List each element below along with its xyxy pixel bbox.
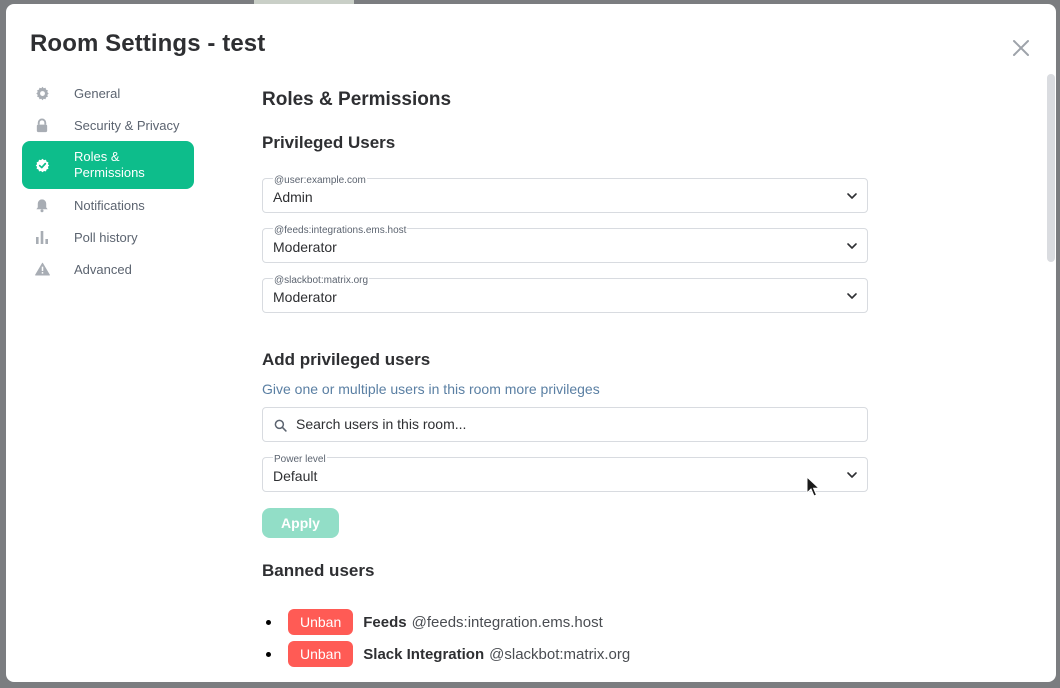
field-value: Moderator <box>273 289 337 305</box>
unban-button[interactable]: Unban <box>288 641 354 667</box>
sidebar-item-security[interactable]: Security & Privacy <box>22 109 194 141</box>
scrollbar[interactable] <box>1047 74 1055 262</box>
field-label: @user:example.com <box>273 175 367 186</box>
gear-icon <box>34 85 50 101</box>
banned-users-heading: Banned users <box>262 561 375 580</box>
close-button[interactable] <box>1009 36 1033 60</box>
search-icon <box>274 419 287 432</box>
privileged-user-select[interactable]: @feeds:integrations.ems.host Moderator <box>262 225 868 263</box>
sidebar-item-roles-permissions[interactable]: Roles & Permissions <box>22 141 194 189</box>
sidebar-item-label: Advanced <box>74 261 132 277</box>
bar-chart-icon <box>34 229 50 245</box>
sidebar-item-label: Roles & Permissions <box>74 149 145 180</box>
mouse-cursor-icon <box>806 476 820 497</box>
banned-users-list: Unban Feeds @feeds:integration.ems.host … <box>265 606 631 670</box>
field-value: Default <box>273 468 318 484</box>
apply-button[interactable]: Apply <box>262 508 339 538</box>
privileged-user-select[interactable]: @slackbot:matrix.org Moderator <box>262 275 868 313</box>
sidebar-item-label: General <box>74 85 121 101</box>
dialog-title: Room Settings - test <box>30 30 266 57</box>
list-item: Unban Slack Integration @slackbot:matrix… <box>265 638 631 670</box>
warning-icon <box>34 261 50 277</box>
sidebar-item-label: Security & Privacy <box>74 117 180 133</box>
power-level-select[interactable]: Power level Default <box>262 454 868 492</box>
field-value: Moderator <box>273 239 337 255</box>
chevron-down-icon <box>847 243 857 249</box>
sidebar-item-label: Poll history <box>74 229 138 245</box>
field-label: @feeds:integrations.ems.host <box>273 225 408 236</box>
field-value: Admin <box>273 189 313 205</box>
shield-check-icon <box>34 157 50 173</box>
chevron-down-icon <box>847 472 857 478</box>
add-privileged-users-heading: Add privileged users <box>262 350 431 369</box>
list-item: Unban Feeds @feeds:integration.ems.host <box>265 606 630 638</box>
sidebar-item-general[interactable]: General <box>22 77 194 109</box>
close-icon <box>1013 40 1029 56</box>
banned-user-name: Slack Integration <box>363 645 485 663</box>
field-label: @slackbot:matrix.org <box>273 275 370 286</box>
privileged-user-select[interactable]: @user:example.com Admin <box>262 175 868 213</box>
unban-button[interactable]: Unban <box>288 609 354 635</box>
lock-icon <box>34 117 50 133</box>
sidebar-item-poll-history[interactable]: Poll history <box>22 221 194 253</box>
sidebar-item-advanced[interactable]: Advanced <box>22 253 194 285</box>
section-heading: Roles & Permissions <box>262 89 452 110</box>
settings-sidebar: General Security & Privacy Roles & Permi… <box>22 77 194 285</box>
banned-user-id: @slackbot:matrix.org <box>489 645 631 663</box>
privileged-users-heading: Privileged Users <box>262 133 396 152</box>
chevron-down-icon <box>847 193 857 199</box>
field-label: Power level <box>273 454 327 465</box>
room-settings-dialog: Room Settings - test General Security & … <box>6 4 1056 682</box>
sidebar-item-label: Notifications <box>74 197 145 213</box>
search-input[interactable] <box>296 416 856 432</box>
banned-user-name: Feeds <box>363 613 407 631</box>
add-privileged-users-description: Give one or multiple users in this room … <box>262 381 600 397</box>
chevron-down-icon <box>847 293 857 299</box>
search-users-field <box>262 407 868 442</box>
banned-user-id: @feeds:integration.ems.host <box>411 613 603 631</box>
sidebar-item-notifications[interactable]: Notifications <box>22 189 194 221</box>
bell-icon <box>34 197 50 213</box>
